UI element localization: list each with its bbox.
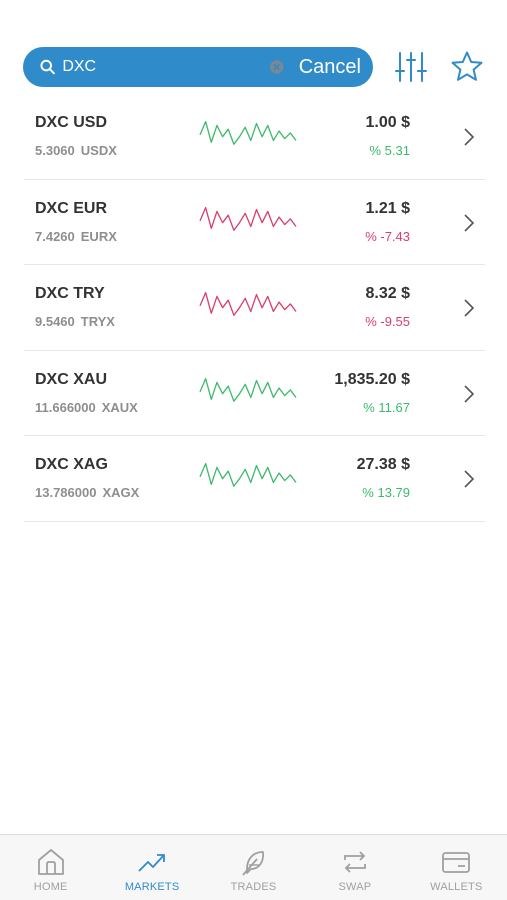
market-change: % 11.67 (363, 399, 410, 415)
sparkline-line (199, 462, 297, 487)
search-input[interactable] (62, 47, 270, 87)
feather-icon (241, 851, 264, 876)
market-volume: 11.666000 (35, 399, 96, 415)
market-code: USDX (80, 143, 117, 158)
wallet-icon (442, 852, 471, 873)
market-volume-line: 5.3060 USDX (35, 143, 117, 158)
search-bar: Cancel (23, 47, 495, 87)
tab-trades[interactable]: TRADES (203, 835, 304, 900)
market-volume-line: 9.5460 TRYX (35, 314, 115, 329)
market-code: XAUX (101, 399, 138, 415)
market-price: 8.32 $ (365, 285, 410, 302)
chevron-right-icon (464, 470, 475, 488)
market-row[interactable]: DXC XAU 11.666000 XAUX 1,835.20 $ % 11.67 (24, 351, 485, 436)
market-pair: DXC USD (35, 114, 108, 131)
tab-home[interactable]: HOME (0, 835, 101, 900)
market-change: % 5.31 (369, 143, 410, 158)
market-price: 27.38 $ (356, 456, 410, 473)
tab-swap-label: SWAP (338, 881, 372, 893)
market-volume-line: 11.666000 XAUX (35, 400, 138, 415)
tab-wallets-label: WALLETS (430, 881, 483, 893)
bottom-tab-bar: HOME MARKETS TRADES SWAP WALLETS (0, 834, 507, 900)
tab-markets[interactable]: MARKETS (101, 835, 202, 900)
market-volume-line: 7.4260 EURX (35, 229, 117, 244)
market-code: EURX (80, 228, 117, 244)
market-change: % -7.43 (365, 228, 410, 244)
chevron-right-icon (464, 384, 475, 403)
market-pair: DXC TRY (35, 285, 105, 302)
search-field[interactable]: Cancel (23, 47, 373, 87)
sparkline-chart (199, 377, 297, 402)
sparkline-line (199, 206, 297, 231)
home-icon (37, 849, 64, 875)
market-volume: 13.786000 (35, 485, 97, 500)
swap-icon (344, 851, 366, 873)
trending-up-icon (138, 854, 166, 872)
markets-screen: Cancel DXC USD5.3060USDX1.00 $% 5.31DXC … (0, 0, 507, 900)
market-code: XAGX (102, 485, 140, 500)
market-volume: 9.5460 (35, 314, 75, 329)
tab-wallets[interactable]: WALLETS (406, 835, 507, 900)
market-pair: DXC XAG (35, 456, 108, 473)
tab-home-label: HOME (33, 881, 68, 893)
market-price: 1.21 $ (365, 199, 410, 217)
market-volume: 5.3060 (35, 143, 75, 158)
sparkline-chart (199, 206, 297, 231)
chevron-right-icon (464, 213, 475, 232)
market-volume: 7.4260 (35, 228, 75, 244)
cancel-button[interactable]: Cancel (299, 56, 361, 79)
market-row[interactable]: DXC TRY 9.5460 TRYX 8.32 $ % -9.55 (24, 265, 485, 351)
chevron-right-icon (464, 299, 475, 317)
tab-swap[interactable]: SWAP (304, 835, 405, 900)
sparkline-chart (199, 462, 297, 487)
favorites-star-icon[interactable] (450, 50, 484, 84)
market-price: 1.00 $ (365, 114, 410, 131)
tab-markets-label: MARKETS (124, 881, 180, 893)
market-change: % 13.79 (362, 485, 410, 500)
market-price: 1,835.20 $ (334, 370, 410, 388)
market-pair: DXC XAU (35, 370, 108, 388)
market-change: % -9.55 (365, 314, 410, 329)
market-row[interactable]: DXC XAG 13.786000 XAGX 27.38 $ % 13.79 (24, 436, 485, 522)
sparkline-line (199, 291, 297, 316)
market-volume-line: 13.786000 XAGX (35, 485, 139, 500)
market-row[interactable]: DXC USD 5.3060 USDX 1.00 $ % 5.31 (24, 94, 485, 180)
tab-trades-label: TRADES (230, 881, 277, 893)
market-pair: DXC EUR (35, 199, 108, 217)
market-code: TRYX (80, 314, 115, 329)
chevron-right-icon (464, 128, 475, 146)
sparkline-line (199, 120, 297, 145)
filter-icon[interactable] (394, 50, 428, 84)
sparkline-chart (199, 291, 297, 316)
search-icon (40, 59, 55, 75)
sparkline-line (199, 377, 297, 402)
clear-search-icon[interactable] (269, 59, 284, 75)
market-row[interactable]: DXC EUR 7.4260 EURX 1.21 $ % -7.43 (24, 180, 485, 265)
market-list: DXC USD 5.3060 USDX 1.00 $ % 5.31 DXC EUR 7.42… (24, 94, 485, 522)
sparkline-chart (199, 120, 297, 145)
